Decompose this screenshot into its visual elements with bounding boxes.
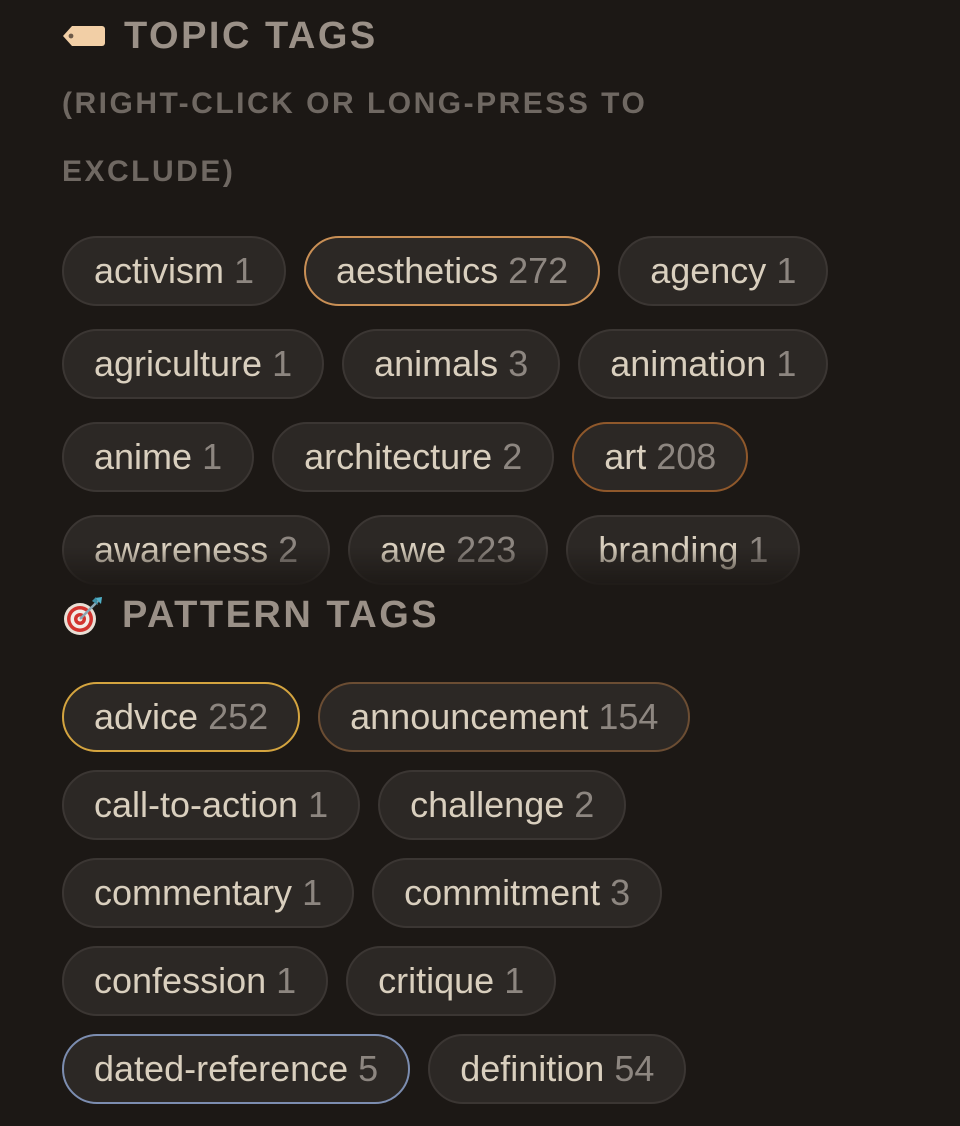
- tag-name: call-to-action: [94, 784, 299, 825]
- tag-count: 5: [358, 1048, 379, 1089]
- tag-name: animation: [610, 343, 767, 384]
- pattern-tags-title: PATTERN TAGS: [122, 594, 440, 636]
- tag-chip-architecture[interactable]: architecture 2: [272, 422, 555, 492]
- tag-chip-commitment[interactable]: commitment 3: [372, 858, 663, 928]
- topic-tags-section: TOPIC TAGS (RIGHT-CLICK OR LONG-PRESS TO…: [62, 0, 922, 590]
- pattern-tags-heading: PATTERN TAGS: [62, 592, 922, 638]
- tag-icon: [63, 26, 105, 46]
- tag-chip-aesthetics[interactable]: aesthetics 272: [304, 236, 601, 306]
- tag-chip-activism[interactable]: activism 1: [62, 236, 287, 306]
- tag-chip-call-to-action[interactable]: call-to-action 1: [62, 770, 361, 840]
- tag-name: animals: [374, 343, 499, 384]
- pattern-tags-section: PATTERN TAGS advice 252 announcement 154 cal…: [62, 592, 922, 1104]
- tag-count: 223: [456, 529, 517, 570]
- tag-count: 1: [308, 784, 329, 825]
- tag-count: 3: [508, 343, 529, 384]
- topic-tags-heading: TOPIC TAGS (RIGHT-CLICK OR LONG-PRESS TO…: [62, 2, 802, 206]
- tag-count: 252: [208, 696, 269, 737]
- tag-chip-announcement[interactable]: announcement 154: [318, 682, 691, 752]
- tag-count: 3: [610, 872, 631, 913]
- tag-count: 1: [776, 343, 797, 384]
- tag-chip-animation[interactable]: animation 1: [578, 329, 829, 399]
- tag-name: aesthetics: [336, 250, 499, 291]
- tag-count: 54: [614, 1048, 655, 1089]
- tag-chip-awareness[interactable]: awareness 2: [62, 515, 331, 585]
- tag-chip-agriculture[interactable]: agriculture 1: [62, 329, 325, 399]
- tag-chip-agency[interactable]: agency 1: [618, 236, 829, 306]
- tag-name: activism: [94, 250, 225, 291]
- topic-tags-title: TOPIC TAGS: [124, 15, 378, 57]
- tag-name: dated-reference: [94, 1048, 349, 1089]
- tag-chip-challenge[interactable]: challenge 2: [378, 770, 627, 840]
- tag-name: architecture: [304, 436, 493, 477]
- tag-name: commitment: [404, 872, 601, 913]
- tag-count: 208: [656, 436, 717, 477]
- tag-chip-anime[interactable]: anime 1: [62, 422, 255, 492]
- tag-chip-confession[interactable]: confession 1: [62, 946, 329, 1016]
- tag-name: announcement: [350, 696, 589, 737]
- tag-count: 2: [502, 436, 523, 477]
- topic-tag-list: activism 1 aesthetics 272 agency 1 agriculture…: [62, 236, 902, 590]
- tag-name: commentary: [94, 872, 293, 913]
- tag-name: awe: [380, 529, 447, 570]
- tag-chip-critique[interactable]: critique 1: [346, 946, 557, 1016]
- tag-name: agriculture: [94, 343, 263, 384]
- tag-chip-branding[interactable]: branding 1: [566, 515, 801, 585]
- tag-count: 1: [276, 960, 297, 1001]
- tag-count: 1: [302, 872, 323, 913]
- tag-count: 1: [504, 960, 525, 1001]
- tag-name: art: [604, 436, 647, 477]
- tag-name: branding: [598, 529, 739, 570]
- tag-name: challenge: [410, 784, 565, 825]
- tag-chip-animals[interactable]: animals 3: [342, 329, 561, 399]
- tag-chip-advice[interactable]: advice 252: [62, 682, 301, 752]
- topic-tags-hint: (RIGHT-CLICK OR LONG-PRESS TO EXCLUDE): [62, 87, 648, 188]
- tag-chip-art[interactable]: art 208: [572, 422, 749, 492]
- tag-chip-commentary[interactable]: commentary 1: [62, 858, 355, 928]
- tag-count: 2: [278, 529, 299, 570]
- tag-name: confession: [94, 960, 267, 1001]
- tag-count: 1: [748, 529, 769, 570]
- tag-count: 1: [776, 250, 797, 291]
- tag-count: 1: [272, 343, 293, 384]
- tag-count: 1: [202, 436, 223, 477]
- tag-count: 272: [508, 250, 569, 291]
- tag-name: critique: [378, 960, 495, 1001]
- tag-name: awareness: [94, 529, 269, 570]
- tag-name: advice: [94, 696, 199, 737]
- tag-count: 1: [234, 250, 255, 291]
- tag-count: 2: [574, 784, 595, 825]
- pattern-tag-list: advice 252 announcement 154 call-to-action 1 c…: [62, 682, 762, 1104]
- target-icon: [64, 597, 102, 635]
- tag-name: definition: [460, 1048, 605, 1089]
- tag-count: 154: [598, 696, 659, 737]
- tag-chip-awe[interactable]: awe 223: [348, 515, 549, 585]
- tag-chip-definition[interactable]: definition 54: [428, 1034, 687, 1104]
- tag-name: agency: [650, 250, 767, 291]
- tag-name: anime: [94, 436, 193, 477]
- tag-chip-dated-reference[interactable]: dated-reference 5: [62, 1034, 411, 1104]
